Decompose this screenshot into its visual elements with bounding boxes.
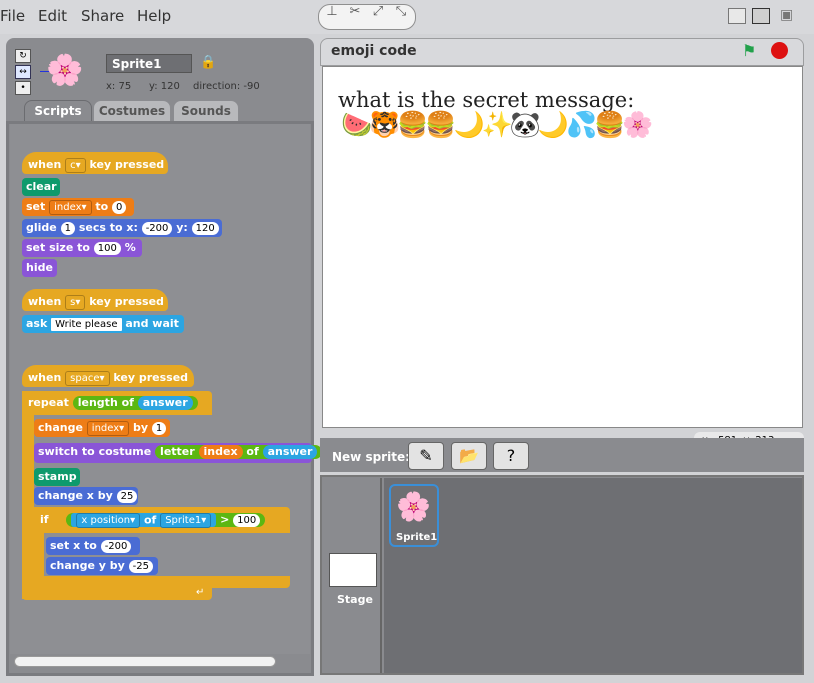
clear-block[interactable]: clear (22, 178, 60, 196)
stop-sign-icon[interactable] (771, 42, 788, 59)
small-stage-view-button[interactable] (728, 8, 746, 24)
rotate-all-icon[interactable]: ↻ (15, 49, 31, 63)
sprite-direction: direction: -90 (193, 81, 260, 92)
set-value-input[interactable]: 0 (112, 200, 127, 214)
repeat-arm (22, 391, 34, 599)
random-sprite-button[interactable]: ? (493, 442, 529, 470)
menu-share[interactable]: Share (81, 7, 124, 25)
change-x-input[interactable]: 25 (116, 489, 138, 503)
x-position-of-reporter[interactable]: x position▾ of Sprite1▾ (71, 513, 217, 528)
glide-secs-input[interactable]: 1 (60, 221, 75, 235)
greater-than-operator[interactable]: x position▾ of Sprite1▾ > 100 (66, 513, 266, 528)
set-x-block[interactable]: set x to -200 (46, 537, 140, 555)
no-rotate-icon[interactable]: • (15, 81, 31, 95)
if-label: if x position▾ of Sprite1▾ > 100 (36, 511, 286, 529)
switch-costume-block[interactable]: switch to costume letter index of answer (34, 443, 323, 463)
size-input[interactable]: 100 (93, 241, 121, 255)
change-by-input[interactable]: 1 (151, 421, 167, 435)
tab-costumes[interactable]: Costumes (93, 100, 171, 122)
sprite-y: y: 120 (149, 81, 180, 92)
length-of-reporter[interactable]: length of answer (72, 396, 198, 410)
glide-block[interactable]: glide 1 secs to x: -200 y: 120 (22, 219, 222, 237)
menu-file[interactable]: File (0, 7, 25, 25)
sprite-thumbnail: 🌸 (46, 53, 84, 88)
sprite-name-field[interactable]: Sprite1 (106, 54, 192, 73)
loop-arrow-icon: ↵ (196, 587, 205, 598)
lock-icon[interactable]: 🔒 (200, 55, 216, 70)
key-dropdown-2[interactable]: s▾ (65, 294, 86, 310)
shrink-icon[interactable]: ⤡ (391, 3, 411, 21)
set-variable-block[interactable]: set index▾ to 0 (22, 198, 134, 216)
answer-reporter[interactable]: answer (137, 396, 193, 410)
ask-and-wait-block[interactable]: ask Write please and wait (22, 315, 184, 333)
letter-of-reporter[interactable]: letter index of answer (155, 445, 323, 459)
tab-sounds[interactable]: Sounds (173, 100, 239, 122)
change-y-input[interactable]: -25 (128, 559, 154, 573)
variable-dropdown-2[interactable]: index▾ (86, 420, 130, 436)
stamp-block[interactable]: stamp (34, 468, 80, 486)
set-size-block[interactable]: set size to 100 % (22, 239, 142, 257)
grow-icon[interactable]: ⤢ (368, 3, 388, 21)
menu-edit[interactable]: Edit (38, 7, 67, 25)
stamp-icon[interactable]: ⊥ (322, 3, 342, 21)
green-flag-icon[interactable]: ⚑ (742, 41, 756, 60)
index-reporter[interactable]: index (198, 445, 243, 459)
left-right-icon[interactable]: ↔ (15, 65, 31, 79)
glide-y-input[interactable]: 120 (191, 221, 219, 235)
stage-message: what is the secret message: (338, 88, 635, 112)
when-key-pressed-hat-2[interactable]: when s▾ key pressed (22, 289, 168, 311)
ask-text-input[interactable]: Write please (51, 317, 122, 331)
answer-reporter-2[interactable]: answer (262, 445, 318, 459)
folder-star-icon: 📂 (459, 446, 479, 465)
repeat-foot (22, 586, 212, 600)
normal-stage-view-button[interactable] (752, 8, 770, 24)
key-dropdown[interactable]: c▾ (65, 157, 86, 173)
set-x-input[interactable]: -200 (100, 539, 132, 553)
tab-scripts[interactable]: Scripts (24, 100, 92, 122)
new-sprite-label: New sprite: (332, 450, 410, 464)
project-title[interactable]: emoji code (331, 43, 417, 59)
if-foot (34, 576, 290, 588)
sprite-corral (384, 478, 802, 673)
stamped-emoji-row: 🍉🐯🍔🍔🌙✨🐼🌙💦🍔🌸 (341, 110, 653, 139)
change-x-block[interactable]: change x by 25 (34, 487, 138, 505)
sprite1-thumbnail: 🌸 (396, 490, 431, 523)
variable-dropdown[interactable]: index▾ (49, 199, 92, 215)
hide-block[interactable]: hide (22, 259, 57, 277)
sprite-dropdown[interactable]: Sprite1▾ (160, 513, 212, 528)
sprite1-label: Sprite1 (396, 532, 438, 543)
stage-label: Stage (337, 593, 373, 606)
scripts-horizontal-scrollbar[interactable] (14, 656, 276, 667)
repeat-label: repeat length of answer (24, 394, 204, 412)
glide-x-input[interactable]: -200 (141, 221, 173, 235)
x-position-dropdown[interactable]: x position▾ (76, 513, 141, 528)
paint-new-sprite-button[interactable]: ✎ (408, 442, 444, 470)
when-space-pressed-hat[interactable]: when space▾ key pressed (22, 365, 194, 387)
paintbrush-star-icon: ✎ (419, 446, 433, 465)
question-star-icon: ? (506, 446, 516, 465)
presentation-mode-button[interactable]: ▣ (780, 7, 793, 23)
change-variable-block[interactable]: change index▾ by 1 (34, 419, 170, 437)
stage-thumbnail[interactable] (329, 553, 377, 587)
gt-value-input[interactable]: 100 (233, 513, 261, 527)
choose-sprite-from-file-button[interactable]: 📂 (451, 442, 487, 470)
scissors-icon[interactable]: ✂ (345, 3, 365, 21)
change-y-block[interactable]: change y by -25 (46, 557, 158, 575)
key-dropdown-3[interactable]: space▾ (65, 370, 110, 386)
sprite-x: x: 75 (106, 81, 132, 92)
menu-help[interactable]: Help (137, 7, 171, 25)
when-key-pressed-hat[interactable]: when c▾ key pressed (22, 152, 168, 174)
